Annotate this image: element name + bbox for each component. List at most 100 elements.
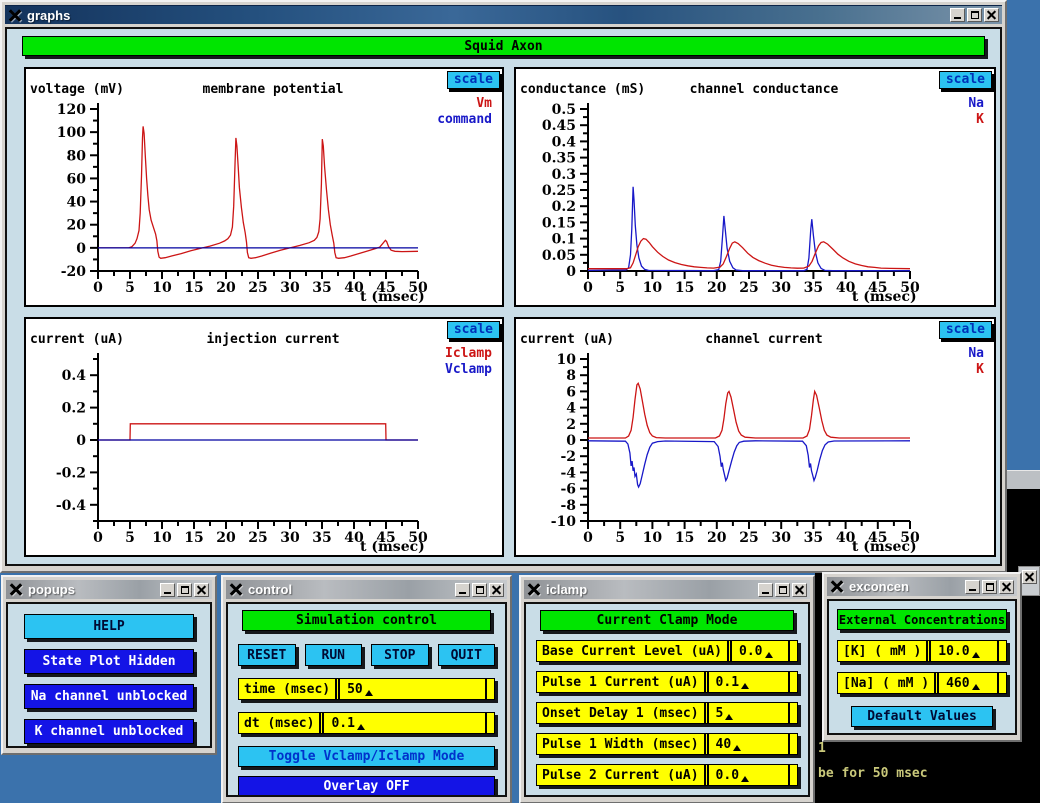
field-label: Onset Delay 1 (msec)	[542, 706, 699, 721]
field-value-input[interactable]: 0.1	[327, 713, 485, 733]
field-value-input[interactable]: 460	[942, 673, 997, 693]
field-label: Base Current Level (uA)	[542, 644, 722, 659]
field-end-tab	[485, 679, 494, 699]
default-values-button[interactable]: Default Values	[851, 706, 993, 727]
minimize-button[interactable]	[160, 583, 175, 597]
quit-button[interactable]: QUIT	[438, 644, 496, 666]
stop-button[interactable]: STOP	[371, 644, 429, 666]
control-titlebar[interactable]: control	[226, 580, 507, 599]
scale-button[interactable]: scale	[939, 71, 992, 89]
reset-button[interactable]: RESET	[238, 644, 296, 666]
field-value-input[interactable]: 40	[712, 734, 788, 754]
svg-text:25: 25	[739, 530, 758, 546]
field-value-input[interactable]: 0.1	[712, 672, 788, 692]
svg-text:35: 35	[804, 530, 823, 546]
help-button[interactable]: HELP	[24, 614, 194, 639]
field-value-input[interactable]: 5	[712, 703, 788, 723]
svg-text:-4: -4	[560, 465, 576, 481]
window-title: popups	[28, 582, 75, 597]
svg-text:Iclamp: Iclamp	[445, 346, 492, 361]
svg-text:0.1: 0.1	[552, 232, 576, 248]
svg-text:-20: -20	[61, 264, 87, 280]
maximize-icon	[476, 586, 484, 594]
minimize-button[interactable]	[965, 580, 980, 594]
field-divider	[727, 641, 732, 661]
na-channel-unblocked-button[interactable]: Na channel unblocked	[24, 684, 194, 709]
svg-text:current (uA): current (uA)	[30, 332, 124, 347]
svg-text:membrane potential: membrane potential	[203, 82, 344, 97]
state-plot-hidden-button[interactable]: State Plot Hidden	[24, 649, 194, 674]
iclamp-window: iclamp Current Clamp Mode Base Current L…	[519, 575, 815, 803]
field-end-tab	[997, 673, 1006, 693]
maximize-button[interactable]	[775, 583, 790, 597]
svg-text:30: 30	[771, 530, 791, 546]
window-title: iclamp	[546, 582, 587, 597]
external-concentrations-banner: External Concentrations	[837, 609, 1007, 630]
field-divider	[547, 796, 552, 797]
graphs-content: Squid Axon scale -2002040608010012005101…	[5, 27, 1002, 566]
field-value-input[interactable]: 50	[343, 679, 485, 699]
iclamp-fields: Base Current Level (uA) 0.0 Pulse 1 Curren…	[526, 640, 808, 797]
maximize-icon	[181, 586, 189, 594]
svg-text:5: 5	[615, 530, 625, 546]
close-button[interactable]	[999, 580, 1014, 594]
toggle-clamp-mode-button[interactable]: Toggle Vclamp/Iclamp Mode	[238, 746, 495, 767]
svg-text:20: 20	[67, 218, 87, 234]
close-button[interactable]	[1022, 570, 1037, 584]
field-value-input[interactable]: 10.0	[934, 641, 997, 661]
membrane-potential-chart: -2002040608010012005101520253035404550t …	[26, 69, 502, 305]
exconcen-content: External Concentrations [K] ( mM )10.0[N…	[827, 599, 1017, 735]
svg-text:command: command	[437, 112, 492, 127]
maximize-button[interactable]	[967, 8, 982, 22]
svg-text:0.4: 0.4	[552, 134, 577, 150]
svg-text:4: 4	[566, 401, 576, 417]
injection-current-panel: scale -0.4-0.200.20.40510152025303540455…	[24, 317, 504, 557]
iclamp-titlebar[interactable]: iclamp	[524, 580, 810, 599]
scale-button[interactable]: scale	[447, 71, 500, 89]
window-title: graphs	[27, 8, 70, 23]
window-title: control	[248, 582, 292, 597]
close-button[interactable]	[194, 583, 209, 597]
minimize-button[interactable]	[758, 583, 773, 597]
svg-text:15: 15	[675, 530, 694, 546]
field-value-input[interactable]	[555, 796, 788, 797]
svg-text:10: 10	[643, 530, 663, 546]
close-button[interactable]	[792, 583, 807, 597]
svg-text:0: 0	[93, 280, 103, 296]
k-channel-unblocked-button[interactable]: K channel unblocked	[24, 719, 194, 744]
field-label: Pulse 1 Current (uA)	[542, 675, 699, 690]
close-button[interactable]	[984, 8, 999, 22]
maximize-icon	[779, 586, 787, 594]
simulation-control-banner: Simulation control	[242, 610, 491, 631]
svg-text:-6: -6	[560, 482, 576, 498]
minimize-button[interactable]	[455, 583, 470, 597]
overlay-toggle-button[interactable]: Overlay OFF	[238, 776, 495, 797]
close-button[interactable]	[489, 583, 504, 597]
control-content: Simulation control RESETRUNSTOPQUIT time…	[226, 602, 507, 797]
minimize-button[interactable]	[950, 8, 965, 22]
minimize-icon	[954, 11, 961, 19]
maximize-button[interactable]	[982, 580, 997, 594]
maximize-button[interactable]	[472, 583, 487, 597]
field-divider	[934, 673, 939, 693]
svg-text:10: 10	[152, 530, 172, 546]
svg-text:-0.2: -0.2	[56, 465, 86, 481]
svg-text:6: 6	[566, 384, 576, 400]
iclamp-content: Current Clamp Mode Base Current Level (u…	[524, 602, 810, 797]
exconcen-titlebar[interactable]: exconcen	[827, 577, 1017, 596]
graphs-titlebar[interactable]: graphs	[5, 5, 1002, 24]
field-value-input[interactable]: 0.0	[735, 641, 788, 661]
field-divider	[335, 679, 340, 699]
svg-text:20: 20	[216, 530, 236, 546]
scale-button[interactable]: scale	[447, 321, 500, 339]
text-caret	[972, 684, 980, 690]
field-value-input[interactable]: 0.0	[712, 765, 788, 785]
svg-text:-2: -2	[560, 449, 576, 465]
maximize-button[interactable]	[177, 583, 192, 597]
scale-button[interactable]: scale	[939, 321, 992, 339]
run-button[interactable]: RUN	[305, 644, 363, 666]
text-caret	[725, 714, 733, 720]
popups-titlebar[interactable]: popups	[6, 580, 212, 599]
window-title: exconcen	[849, 579, 909, 594]
field-end-tab	[788, 765, 797, 785]
